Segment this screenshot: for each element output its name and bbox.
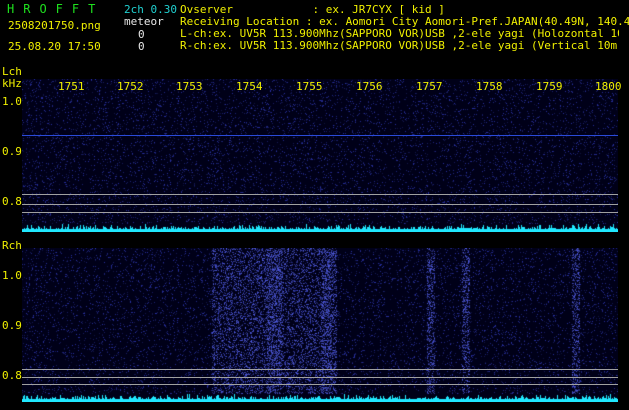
location-line: Receiving Location : ex. Aomori City Aom… xyxy=(180,15,629,28)
time-tick-1757: 1757 xyxy=(416,80,443,93)
rch-ytick-3: 0.8 xyxy=(2,369,22,382)
rch-ytick-2: 0.9 xyxy=(2,319,22,332)
lch-spectrogram xyxy=(22,79,618,232)
time-tick-1753: 1753 xyxy=(176,80,203,93)
count-bottom: 0 xyxy=(138,40,145,53)
observer-line: Ovserver : ex. JR7CYX [ kid ] xyxy=(180,3,445,16)
time-tick-1754: 1754 xyxy=(236,80,263,93)
rch-ytick-1: 1.0 xyxy=(2,269,22,282)
rch-spectrogram xyxy=(22,248,618,402)
filename-label: 2508201750.png xyxy=(8,19,101,32)
version-label: 2ch 0.30 xyxy=(124,3,177,16)
time-tick-1752: 1752 xyxy=(117,80,144,93)
lch-ytick-3: 0.8 xyxy=(2,195,22,208)
rch-ref-line-3 xyxy=(22,384,618,385)
lch-label: Lch xyxy=(2,65,22,78)
lch-waterfall xyxy=(22,79,618,232)
time-tick-1755: 1755 xyxy=(296,80,323,93)
lch-carrier-line xyxy=(22,135,618,136)
rch-label: Rch xyxy=(2,239,22,252)
rch-ref-line-1 xyxy=(22,369,618,370)
lch-ytick-2: 0.9 xyxy=(2,145,22,158)
hrofft-window: { "header": { "app_title": "HROFFT", "ve… xyxy=(0,0,629,410)
time-tick-1800: 1800 xyxy=(595,80,622,93)
rch-ref-line-2 xyxy=(22,377,618,378)
datetime-label: 25.08.20 17:50 xyxy=(8,40,101,53)
mode-label: meteor xyxy=(124,15,164,28)
lch-description: L-ch:ex. UV5R 113.900Mhz(SAPPORO VOR)USB… xyxy=(180,28,619,39)
lch-ref-line-2 xyxy=(22,204,618,205)
app-title: HROFFT xyxy=(7,2,105,16)
count-top: 0 xyxy=(138,28,145,41)
lch-ref-line-3 xyxy=(22,212,618,213)
rch-description: R-ch:ex. UV5R 113.900Mhz(SAPPORO VOR)USB… xyxy=(180,40,618,51)
time-tick-1759: 1759 xyxy=(536,80,563,93)
khz-unit-label: kHz xyxy=(2,77,22,90)
time-tick-1758: 1758 xyxy=(476,80,503,93)
lch-ytick-1: 1.0 xyxy=(2,95,22,108)
time-tick-1751: 1751 xyxy=(58,80,85,93)
time-tick-1756: 1756 xyxy=(356,80,383,93)
lch-ref-line-1 xyxy=(22,194,618,195)
rch-waterfall xyxy=(22,248,618,402)
